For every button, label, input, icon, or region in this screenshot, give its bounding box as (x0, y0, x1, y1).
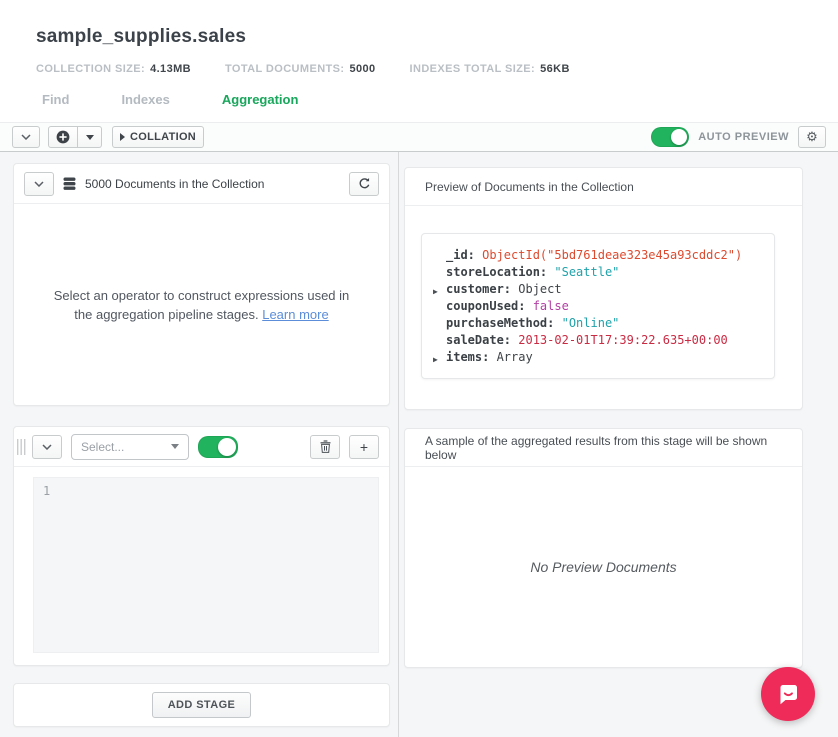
drag-handle-icon[interactable] (17, 439, 26, 455)
add-stage-card: ADD STAGE (13, 683, 390, 727)
triangle-right-icon (120, 133, 125, 141)
stage-card: Select... + 1 (13, 426, 390, 666)
collapse-input-button[interactable] (24, 172, 54, 196)
document-preview: _id: ObjectId("5bd761deae323e45a93cddc2"… (421, 233, 775, 379)
field-value: 2013-02-01T17:39:22.635+00:00 (518, 333, 728, 347)
field-key: customer: (446, 282, 518, 296)
settings-button[interactable]: ⚙ (798, 126, 826, 148)
field-value: ObjectId("5bd761deae323e45a93cddc2") (482, 248, 742, 262)
no-preview-text: No Preview Documents (530, 559, 676, 575)
expand-field-icon[interactable]: ▶ (433, 351, 438, 368)
expand-field-icon[interactable]: ▶ (433, 283, 438, 300)
new-pipeline-button-group (48, 126, 102, 148)
input-preview-header: Preview of Documents in the Collection (405, 168, 802, 206)
input-documents-title: 5000 Documents in the Collection (85, 177, 264, 191)
stage-preview-title: A sample of the aggregated results from … (425, 434, 782, 462)
document-field: storeLocation: "Seattle" (446, 264, 760, 281)
stat-indexes-total-size: INDEXES TOTAL SIZE:56KB (410, 63, 570, 75)
chevron-down-icon (34, 181, 44, 187)
caret-down-icon (86, 135, 94, 140)
document-field: _id: ObjectId("5bd761deae323e45a93cddc2"… (446, 247, 760, 264)
field-key: couponUsed: (446, 299, 533, 313)
document-field: purchaseMethod: "Online" (446, 315, 760, 332)
field-key: purchaseMethod: (446, 316, 562, 330)
stage-preview-card: A sample of the aggregated results from … (404, 428, 803, 668)
stage-header: Select... + (14, 427, 389, 467)
preview-column: Preview of Documents in the Collection _… (404, 167, 803, 668)
field-key: saleDate: (446, 333, 518, 347)
stat-collection-size: COLLECTION SIZE:4.13MB (36, 63, 191, 75)
stage-enabled-toggle[interactable] (198, 436, 238, 458)
stage-operator-placeholder: Select... (81, 440, 171, 454)
learn-more-link[interactable]: Learn more (262, 307, 328, 322)
chevron-down-icon (21, 134, 31, 140)
input-preview-card: Preview of Documents in the Collection _… (404, 167, 803, 410)
input-documents-header: 5000 Documents in the Collection (14, 164, 389, 204)
field-value: "Online" (562, 316, 620, 330)
document-field: saleDate: 2013-02-01T17:39:22.635+00:00 (446, 332, 760, 349)
plus-circle-icon (56, 130, 70, 144)
input-preview-body: _id: ObjectId("5bd761deae323e45a93cddc2"… (405, 206, 802, 409)
field-key: items: (446, 350, 497, 364)
chat-launcher-button[interactable] (761, 667, 815, 721)
add-stage-after-button[interactable]: + (349, 435, 379, 459)
input-preview-title: Preview of Documents in the Collection (425, 180, 634, 194)
caret-down-icon (171, 444, 179, 449)
database-icon (63, 177, 76, 191)
stage-operator-select[interactable]: Select... (71, 434, 189, 460)
pipeline-column: 5000 Documents in the Collection Select … (13, 163, 390, 727)
new-pipeline-button[interactable] (48, 126, 78, 148)
refresh-icon (358, 177, 371, 190)
page-title: sample_supplies.sales (36, 0, 838, 48)
field-value: "Seattle" (554, 265, 619, 279)
auto-preview-toggle[interactable] (651, 127, 689, 147)
toggle-knob (671, 129, 687, 145)
new-pipeline-menu-button[interactable] (78, 126, 102, 148)
chevron-down-icon (42, 444, 52, 450)
editor-line-number: 1 (43, 484, 50, 498)
stage-preview-empty: No Preview Documents (405, 467, 802, 667)
field-key: _id: (446, 248, 482, 262)
tab-indexes[interactable]: Indexes (121, 92, 169, 113)
stage-code-editor[interactable]: 1 (33, 477, 379, 653)
delete-stage-button[interactable] (310, 435, 340, 459)
pipeline-toolbar: COLLATION AUTO PREVIEW ⚙ (0, 122, 838, 152)
tab-find[interactable]: Find (42, 92, 69, 113)
tab-aggregation[interactable]: Aggregation (222, 92, 299, 113)
collapse-stage-button[interactable] (32, 435, 62, 459)
field-value: Object (518, 282, 561, 296)
field-value: false (533, 299, 569, 313)
collection-tabs: Find Indexes Aggregation (36, 92, 838, 113)
document-field: couponUsed: false (446, 298, 760, 315)
panel-divider[interactable] (398, 152, 399, 737)
collation-toggle-button[interactable]: COLLATION (112, 126, 204, 148)
toolbar-right: AUTO PREVIEW ⚙ (651, 126, 826, 148)
stage-preview-header: A sample of the aggregated results from … (405, 429, 802, 467)
collation-label: COLLATION (130, 131, 196, 143)
auto-preview-label: AUTO PREVIEW (698, 131, 789, 143)
operator-hint: Select an operator to construct expressi… (14, 204, 389, 405)
field-value: Array (497, 350, 533, 364)
chat-bubble-icon (774, 680, 802, 708)
refresh-button[interactable] (349, 172, 379, 196)
stat-total-documents: TOTAL DOCUMENTS:5000 (225, 63, 376, 75)
gear-icon: ⚙ (806, 129, 818, 145)
collection-header: sample_supplies.sales COLLECTION SIZE:4.… (0, 0, 838, 122)
input-documents-card: 5000 Documents in the Collection Select … (13, 163, 390, 406)
document-field: ▶customer: Object (446, 281, 760, 298)
field-key: storeLocation: (446, 265, 554, 279)
collapse-all-button[interactable] (12, 126, 40, 148)
collection-stats: COLLECTION SIZE:4.13MB TOTAL DOCUMENTS:5… (36, 63, 838, 75)
trash-icon (320, 440, 331, 453)
add-stage-button[interactable]: ADD STAGE (152, 692, 252, 718)
aggregation-workspace: 5000 Documents in the Collection Select … (0, 152, 838, 737)
document-fields: _id: ObjectId("5bd761deae323e45a93cddc2"… (446, 247, 760, 366)
toggle-knob (218, 438, 236, 456)
document-field: ▶items: Array (446, 349, 760, 366)
